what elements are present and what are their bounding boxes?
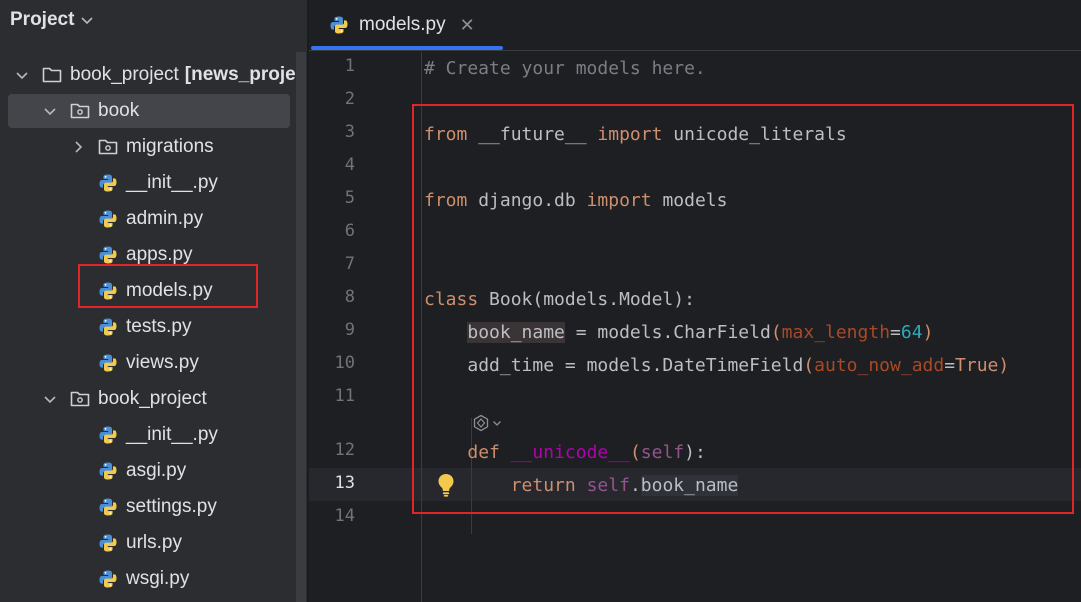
tree-item-label: urls.py (126, 532, 182, 553)
line-number: 10 (334, 353, 355, 373)
active-tab-indicator (311, 46, 503, 50)
tree-item-urls-py[interactable]: urls.py (98, 526, 182, 560)
tree-item-book-project-root[interactable]: book_project [news_proje (14, 58, 296, 92)
tab-models-py[interactable]: models.py ✕ (311, 0, 503, 50)
tree-item-label: book (98, 100, 140, 121)
project-panel-scrollbar[interactable] (296, 52, 306, 602)
line-number: 8 (344, 287, 355, 307)
editor-tab-bar: models.py ✕ (309, 0, 1081, 51)
tree-item-label: views.py (126, 352, 199, 373)
python-file-icon (99, 570, 117, 588)
tab-label: models.py (359, 14, 446, 35)
project-panel: Project book_project [news_proje book mi… (0, 0, 307, 602)
tree-item-label: __init__.py (126, 172, 218, 193)
line-number: 4 (344, 155, 355, 175)
python-file-icon (99, 426, 117, 444)
tree-item-init-py[interactable]: __init__.py (98, 166, 218, 200)
line-number: 6 (344, 221, 355, 241)
tree-item-label: tests.py (126, 316, 192, 337)
annotation-box-models-py (78, 264, 258, 308)
line-number: 7 (344, 254, 355, 274)
python-file-icon (99, 462, 117, 480)
python-file-icon (99, 498, 117, 516)
chevron-down-icon[interactable] (42, 391, 58, 407)
annotation-box-code (412, 104, 1074, 514)
python-file-icon (330, 16, 348, 34)
tree-item-project-path: [news_proje (184, 64, 296, 85)
python-file-icon (99, 318, 117, 336)
tree-item-label: settings.py (126, 496, 217, 517)
line-number: 12 (334, 440, 355, 460)
line-number: 1 (344, 56, 355, 76)
line-number-gutter[interactable]: 1 2 3 4 5 6 7 8 9 10 11 12 13 14 (309, 52, 421, 602)
tree-item-init-py-2[interactable]: __init__.py (98, 418, 218, 452)
python-file-icon (99, 246, 117, 264)
package-folder-icon (70, 103, 90, 119)
tree-item-asgi-py[interactable]: asgi.py (98, 454, 186, 488)
project-panel-header[interactable]: Project (10, 6, 94, 34)
tree-item-label: asgi.py (126, 460, 187, 481)
chevron-down-icon[interactable] (42, 103, 58, 119)
code-comment: # Create your models here. (424, 58, 706, 79)
line-number-current: 13 (334, 473, 355, 493)
line-number: 11 (334, 386, 355, 406)
python-file-icon (99, 174, 117, 192)
folder-icon (42, 67, 62, 83)
python-file-icon (99, 354, 117, 372)
line-number: 3 (344, 122, 355, 142)
tree-item-label: __init__.py (126, 424, 218, 445)
tree-item-tests-py[interactable]: tests.py (98, 310, 191, 344)
tree-item-label: migrations (126, 136, 214, 157)
tree-item-label: book_project (98, 388, 207, 409)
tree-item-book[interactable]: book (8, 94, 290, 128)
tree-item-label: book_project (70, 64, 179, 85)
tree-item-views-py[interactable]: views.py (98, 346, 199, 380)
python-file-icon (99, 534, 117, 552)
code-line-1[interactable]: # Create your models here. (424, 52, 706, 85)
chevron-down-icon[interactable] (80, 13, 94, 27)
line-number: 14 (334, 506, 355, 526)
tree-item-label: wsgi.py (126, 568, 190, 589)
tree-item-admin-py[interactable]: admin.py (98, 202, 203, 236)
line-number: 9 (344, 320, 355, 340)
package-folder-icon (98, 139, 118, 155)
chevron-right-icon[interactable] (70, 139, 86, 155)
tree-item-book-project-package[interactable]: book_project (42, 382, 207, 416)
package-folder-icon (70, 391, 90, 407)
project-panel-title[interactable]: Project (10, 9, 74, 31)
tree-item-label: admin.py (126, 208, 204, 229)
line-number: 2 (344, 89, 355, 109)
tree-item-wsgi-py[interactable]: wsgi.py (98, 562, 189, 596)
tree-item-migrations[interactable]: migrations (70, 130, 214, 164)
close-icon[interactable]: ✕ (460, 15, 475, 36)
python-file-icon (99, 210, 117, 228)
line-number: 5 (344, 188, 355, 208)
tree-item-settings-py[interactable]: settings.py (98, 490, 217, 524)
chevron-down-icon[interactable] (14, 67, 30, 83)
tree-item-label: apps.py (126, 244, 193, 265)
